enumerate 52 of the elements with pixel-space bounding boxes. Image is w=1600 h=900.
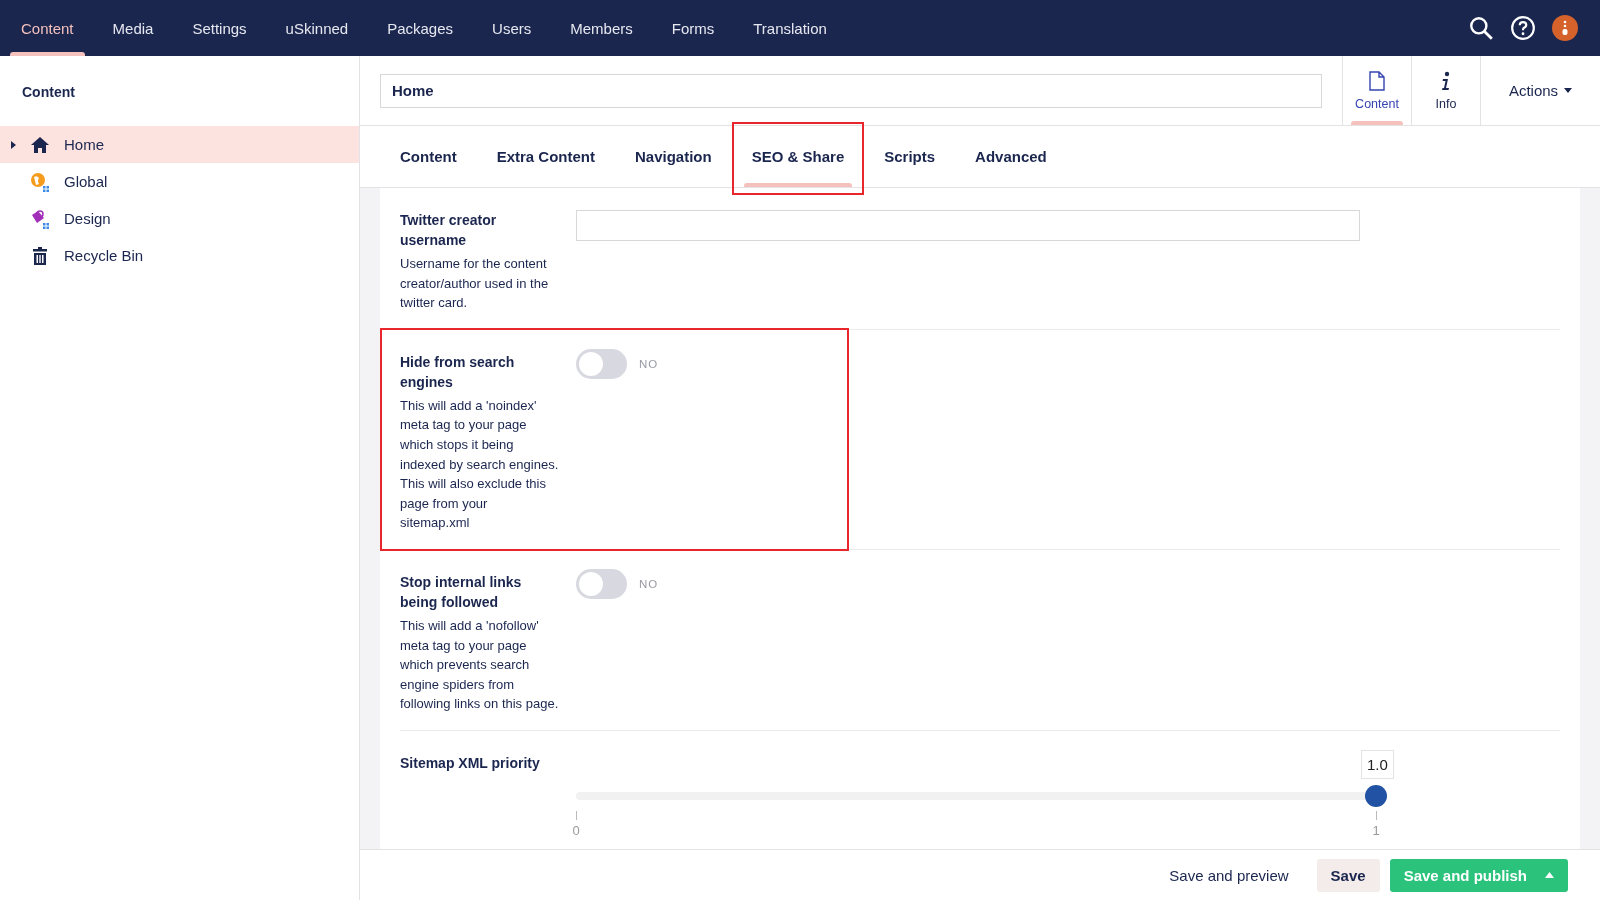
nav-item[interactable]: Users xyxy=(481,0,543,56)
tree-item[interactable]: Global xyxy=(0,163,359,200)
toggle-state-label: NO xyxy=(639,357,659,370)
tree-item[interactable]: Design xyxy=(0,200,359,237)
tab[interactable]: Advanced xyxy=(955,126,1067,187)
toggle-switch[interactable] xyxy=(576,568,627,599)
tick-label: 0 xyxy=(571,810,581,838)
user-avatar[interactable] xyxy=(1552,15,1578,41)
save-button[interactable]: Save xyxy=(1316,858,1380,892)
nav-item[interactable]: Media xyxy=(101,0,165,56)
search-icon[interactable] xyxy=(1468,15,1494,41)
property-description: This will add a 'noindex' meta tag to your page which stops it being indexed by search engines. This will also exclude this page from your sitemap.xml xyxy=(400,396,560,533)
home-icon xyxy=(30,134,50,155)
preview-link[interactable]: Save and preview xyxy=(1155,858,1303,892)
nav-item[interactable]: Forms xyxy=(660,0,726,56)
tick-label: 1 xyxy=(1371,810,1381,838)
tab[interactable]: Scripts xyxy=(864,126,956,187)
property-label: Hide from search engines xyxy=(400,352,516,392)
nav-item[interactable]: uSkinned xyxy=(274,0,360,56)
property-label: Sitemap XML priority xyxy=(400,753,541,773)
tree-item-label: Home xyxy=(64,136,104,153)
nav-item[interactable]: Packages xyxy=(376,0,465,56)
nav-item[interactable]: Translation xyxy=(742,0,838,56)
nav-item[interactable]: Members xyxy=(559,0,644,56)
section-title: Content xyxy=(21,83,76,102)
nav-item[interactable]: Settings xyxy=(181,0,258,56)
tab[interactable]: Extra Content xyxy=(476,126,615,187)
property-description: This will add a 'nofollow' meta tag to your page which prevents search engine spiders from following links on this page. xyxy=(400,616,560,714)
tree-item-label: Recycle Bin xyxy=(64,247,144,264)
name-field[interactable]: Home xyxy=(380,73,1322,108)
toggle-state-label: NO xyxy=(639,577,659,590)
caret-icon xyxy=(1564,88,1573,93)
trash-icon xyxy=(30,245,50,266)
tree-item-label: Global xyxy=(64,173,108,190)
property-label: Twitter creator username xyxy=(400,211,498,250)
tree-item[interactable]: Home xyxy=(0,126,359,163)
slider-value: 1.0 xyxy=(1361,749,1394,779)
document-icon xyxy=(1369,70,1385,91)
property-description: Username for the content creator/author used in the twitter card. xyxy=(400,255,550,313)
tab[interactable]: Navigation xyxy=(615,126,732,187)
tab[interactable]: Content xyxy=(380,126,477,187)
toggle-switch[interactable] xyxy=(576,348,627,379)
help-icon[interactable] xyxy=(1510,15,1536,41)
text-field[interactable] xyxy=(576,210,1360,241)
property-label: Stop internal links being followed xyxy=(400,572,523,612)
nav-item[interactable]: Content xyxy=(10,0,85,56)
slider-thumb[interactable] xyxy=(1365,784,1387,807)
paint-bucket-icon xyxy=(30,208,50,229)
expand-caret-icon[interactable] xyxy=(10,140,18,149)
tree-item-label: Design xyxy=(64,210,111,227)
tab[interactable]: SEO & Share xyxy=(731,126,865,187)
tree-item[interactable]: Recycle Bin xyxy=(0,237,359,274)
